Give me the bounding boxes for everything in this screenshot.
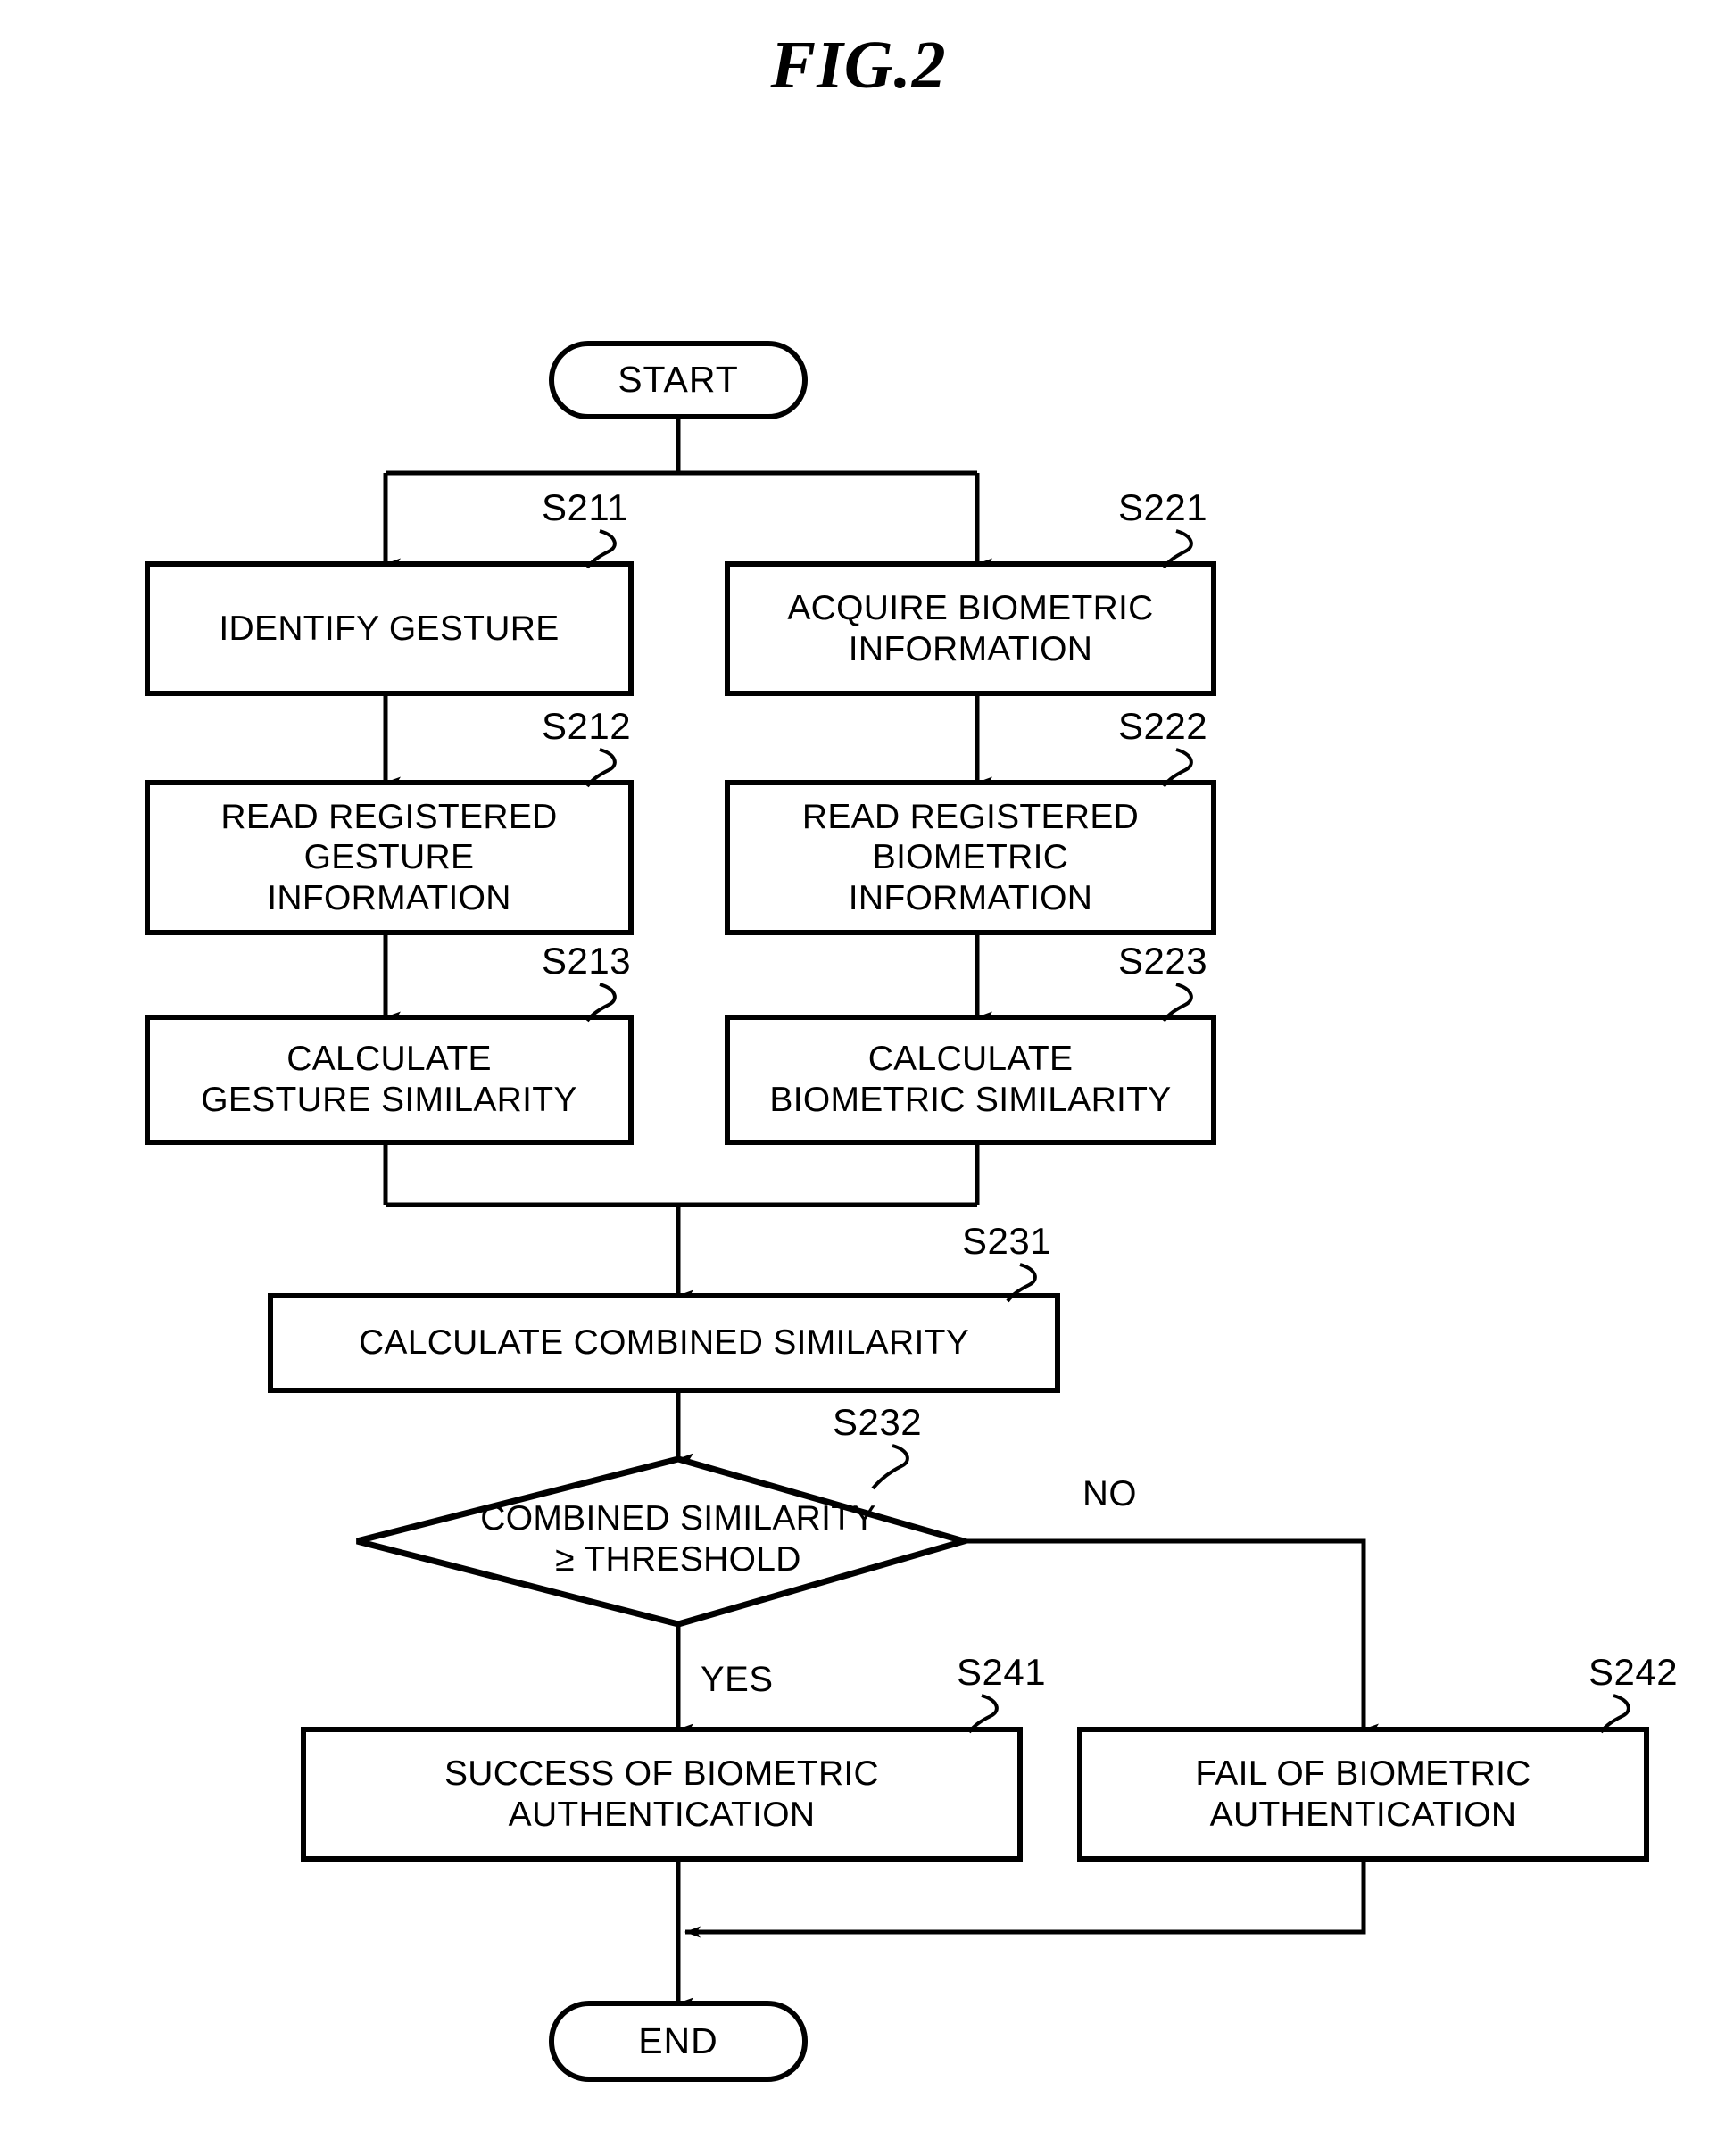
node-s223-calculate-biometric-similarity[interactable]	[727, 1017, 1214, 1142]
step-ref-s231: S231	[962, 1220, 1052, 1262]
step-ref-s212: S212	[542, 705, 632, 747]
step-ref-s211: S211	[542, 486, 628, 528]
node-s232-combined-similarity-threshold-decision[interactable]	[357, 1459, 964, 1624]
node-s242-fail-of-biometric-authentication[interactable]	[1080, 1729, 1646, 1859]
node-s213-calculate-gesture-similarity[interactable]	[147, 1017, 631, 1142]
node-s212-read-registered-gesture-information[interactable]	[147, 783, 631, 933]
step-ref-s222: S222	[1118, 705, 1208, 747]
figure-page: FIG.2 START S211 IDENTIFY GESTURE S221 A…	[0, 0, 1717, 2156]
step-ref-s213: S213	[542, 940, 632, 982]
step-ref-s223: S223	[1118, 940, 1208, 982]
node-s211-identify-gesture[interactable]	[147, 564, 631, 693]
step-ref-s232: S232	[833, 1401, 923, 1443]
step-ref-s241: S241	[957, 1651, 1047, 1693]
node-start[interactable]	[552, 344, 805, 417]
node-s241-success-of-biometric-authentication[interactable]	[303, 1729, 1020, 1859]
edge-label-yes: YES	[701, 1660, 774, 1699]
node-s222-read-registered-biometric-information[interactable]	[727, 783, 1214, 933]
node-end[interactable]	[552, 2003, 805, 2079]
node-s221-acquire-biometric-information[interactable]	[727, 564, 1214, 693]
node-s231-calculate-combined-similarity[interactable]	[270, 1296, 1058, 1390]
step-ref-s242: S242	[1588, 1651, 1679, 1693]
edge-label-no: NO	[1082, 1474, 1137, 1513]
step-ref-s221: S221	[1118, 486, 1208, 528]
